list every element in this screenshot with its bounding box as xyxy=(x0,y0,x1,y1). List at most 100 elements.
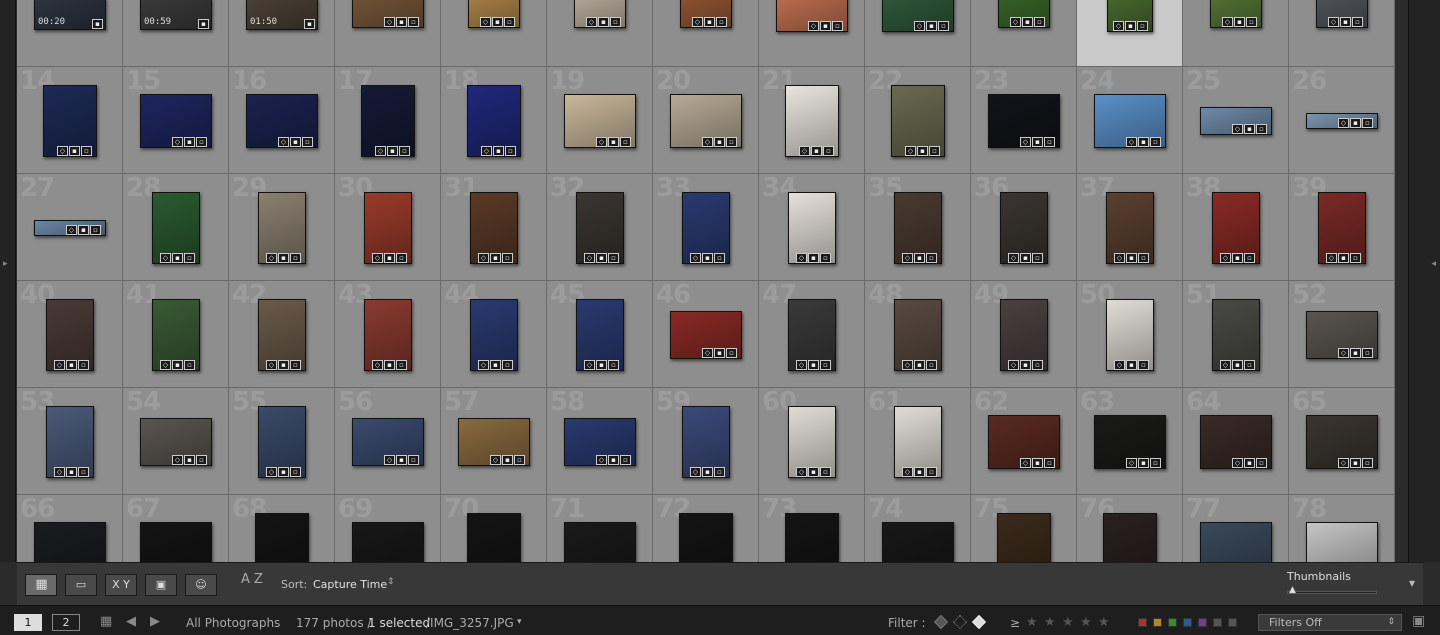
grid-cell[interactable]: ◇ ▪ ▫ xyxy=(865,0,971,67)
comment-badge-icon[interactable]: ▪ xyxy=(278,360,289,370)
collection-badge-icon[interactable]: ▫ xyxy=(1137,21,1148,31)
grid-cell[interactable]: 15 ◇ ▪ ▫ xyxy=(123,67,229,174)
collection-badge-icon[interactable]: ▫ xyxy=(1362,118,1373,128)
color-label-filter[interactable] xyxy=(1228,618,1237,627)
comment-badge-icon[interactable]: ▪ xyxy=(278,253,289,263)
keyword-badge-icon[interactable]: ◇ xyxy=(905,146,916,156)
comment-badge-icon[interactable]: ▪ xyxy=(596,360,607,370)
collection-badge-icon[interactable]: ▫ xyxy=(1138,360,1149,370)
keyword-badge-icon[interactable]: ◇ xyxy=(902,360,913,370)
comment-badge-icon[interactable]: ▪ xyxy=(1244,458,1255,468)
grid-cell[interactable]: 22 ◇ ▪ ▫ xyxy=(865,67,971,174)
keyword-badge-icon[interactable]: ◇ xyxy=(266,467,277,477)
keyword-badge-icon[interactable]: ◇ xyxy=(1232,124,1243,134)
keyword-badge-icon[interactable]: ◇ xyxy=(266,360,277,370)
keyword-badge-icon[interactable]: ◇ xyxy=(702,137,713,147)
collection-badge-icon[interactable]: ▫ xyxy=(726,137,737,147)
keyword-badge-icon[interactable]: ◇ xyxy=(902,467,913,477)
keyword-badge-icon[interactable]: ◇ xyxy=(690,253,701,263)
keyword-badge-icon[interactable]: ◇ xyxy=(1020,137,1031,147)
collection-badge-icon[interactable]: ▫ xyxy=(290,360,301,370)
grid-cell[interactable]: 36 ◇ ▪ ▫ xyxy=(971,174,1077,281)
grid-cell[interactable]: 38 ◇ ▪ ▫ xyxy=(1183,174,1289,281)
comment-badge-icon[interactable]: ▪ xyxy=(808,253,819,263)
comment-badge-icon[interactable]: ▪ xyxy=(92,19,103,29)
comment-badge-icon[interactable]: ▪ xyxy=(1350,348,1361,358)
collection-badge-icon[interactable]: ▫ xyxy=(196,137,207,147)
keyword-badge-icon[interactable]: ◇ xyxy=(796,467,807,477)
grid-cell[interactable]: 27 ◇ ▪ ▫ xyxy=(17,174,123,281)
grid-cell[interactable]: 01:50 ▪ xyxy=(229,0,335,67)
right-panel-toggle-icon[interactable]: ◂ xyxy=(1431,259,1436,269)
collection-badge-icon[interactable]: ▫ xyxy=(929,146,940,156)
keyword-badge-icon[interactable]: ◇ xyxy=(278,137,289,147)
comment-badge-icon[interactable]: ▪ xyxy=(1032,137,1043,147)
grid-cell[interactable]: 48 ◇ ▪ ▫ xyxy=(865,281,971,388)
grid-cell[interactable]: 18 ◇ ▪ ▫ xyxy=(441,67,547,174)
selected-filename[interactable]: /IMG_3257.JPG xyxy=(426,616,514,630)
comment-badge-icon[interactable]: ▪ xyxy=(69,146,80,156)
collection-badge-icon[interactable]: ▫ xyxy=(610,17,621,27)
collection-badge-icon[interactable]: ▫ xyxy=(1256,124,1267,134)
comment-badge-icon[interactable]: ▪ xyxy=(184,137,195,147)
comment-badge-icon[interactable]: ▪ xyxy=(596,253,607,263)
collection-badge-icon[interactable]: ▫ xyxy=(1246,17,1257,27)
sort-caret-icon[interactable]: ⇕ xyxy=(387,577,395,587)
keyword-badge-icon[interactable]: ◇ xyxy=(902,253,913,263)
grid-cell[interactable]: ◇ ▪ ▫ xyxy=(441,0,547,67)
keyword-badge-icon[interactable]: ◇ xyxy=(1020,458,1031,468)
keyword-badge-icon[interactable]: ◇ xyxy=(584,360,595,370)
keyword-badge-icon[interactable]: ◇ xyxy=(384,455,395,465)
grid-cell[interactable]: 45 ◇ ▪ ▫ xyxy=(547,281,653,388)
keyword-badge-icon[interactable]: ◇ xyxy=(796,253,807,263)
keyword-badge-icon[interactable]: ◇ xyxy=(808,21,819,31)
keyword-badge-icon[interactable]: ◇ xyxy=(1338,348,1349,358)
back-arrow-icon[interactable]: ◀ xyxy=(126,614,136,629)
comment-badge-icon[interactable]: ▪ xyxy=(914,360,925,370)
comment-badge-icon[interactable]: ▪ xyxy=(598,17,609,27)
comment-badge-icon[interactable]: ▪ xyxy=(290,137,301,147)
collection-badge-icon[interactable]: ▫ xyxy=(504,17,515,27)
collection-badge-icon[interactable]: ▫ xyxy=(408,17,419,27)
grid-view-button[interactable]: ▦ xyxy=(25,574,57,596)
keyword-badge-icon[interactable]: ◇ xyxy=(481,146,492,156)
keyword-badge-icon[interactable]: ◇ xyxy=(1232,458,1243,468)
collection-badge-icon[interactable]: ▫ xyxy=(1032,253,1043,263)
comment-badge-icon[interactable]: ▪ xyxy=(1340,17,1351,27)
grid-cell[interactable]: 65 ◇ ▪ ▫ xyxy=(1289,388,1395,495)
grid-cell[interactable]: 32 ◇ ▪ ▫ xyxy=(547,174,653,281)
keyword-badge-icon[interactable]: ◇ xyxy=(692,17,703,27)
window-2-button[interactable]: 2 xyxy=(52,614,80,631)
rating-star-icon[interactable]: ★ xyxy=(1044,615,1056,630)
grid-cell[interactable]: 26 ◇ ▪ ▫ xyxy=(1289,67,1395,174)
collection-badge-icon[interactable]: ▫ xyxy=(1150,458,1161,468)
grid-cell[interactable]: 62 ◇ ▪ ▫ xyxy=(971,388,1077,495)
color-label-filter[interactable] xyxy=(1138,618,1147,627)
comment-badge-icon[interactable]: ▪ xyxy=(608,455,619,465)
grid-cell[interactable]: 19 ◇ ▪ ▫ xyxy=(547,67,653,174)
keyword-badge-icon[interactable]: ◇ xyxy=(54,467,65,477)
keyword-badge-icon[interactable]: ◇ xyxy=(172,137,183,147)
comment-badge-icon[interactable]: ▪ xyxy=(490,253,501,263)
collection-badge-icon[interactable]: ▫ xyxy=(408,455,419,465)
collection-badge-icon[interactable]: ▫ xyxy=(1256,458,1267,468)
grid-cell[interactable]: 24 ◇ ▪ ▫ xyxy=(1077,67,1183,174)
keyword-badge-icon[interactable]: ◇ xyxy=(266,253,277,263)
grid-cell[interactable]: 31 ◇ ▪ ▫ xyxy=(441,174,547,281)
grid-cell[interactable]: 60 ◇ ▪ ▫ xyxy=(759,388,865,495)
grid-cell[interactable]: 53 ◇ ▪ ▫ xyxy=(17,388,123,495)
grid-cell[interactable]: 37 ◇ ▪ ▫ xyxy=(1077,174,1183,281)
keyword-badge-icon[interactable]: ◇ xyxy=(596,137,607,147)
grid-cell[interactable]: ◇ ▪ ▫ xyxy=(971,0,1077,67)
grid-cell[interactable]: 55 ◇ ▪ ▫ xyxy=(229,388,335,495)
keyword-badge-icon[interactable]: ◇ xyxy=(375,146,386,156)
comment-badge-icon[interactable]: ▪ xyxy=(608,137,619,147)
collection-badge-icon[interactable]: ▫ xyxy=(290,467,301,477)
keyword-badge-icon[interactable]: ◇ xyxy=(372,360,383,370)
comment-badge-icon[interactable]: ▪ xyxy=(502,455,513,465)
collection-badge-icon[interactable]: ▫ xyxy=(1138,253,1149,263)
flag-filter-rejected-icon[interactable] xyxy=(971,614,987,630)
grid-cell[interactable]: 28 ◇ ▪ ▫ xyxy=(123,174,229,281)
comment-badge-icon[interactable]: ▪ xyxy=(917,146,928,156)
grid-cell[interactable]: 63 ◇ ▪ ▫ xyxy=(1077,388,1183,495)
